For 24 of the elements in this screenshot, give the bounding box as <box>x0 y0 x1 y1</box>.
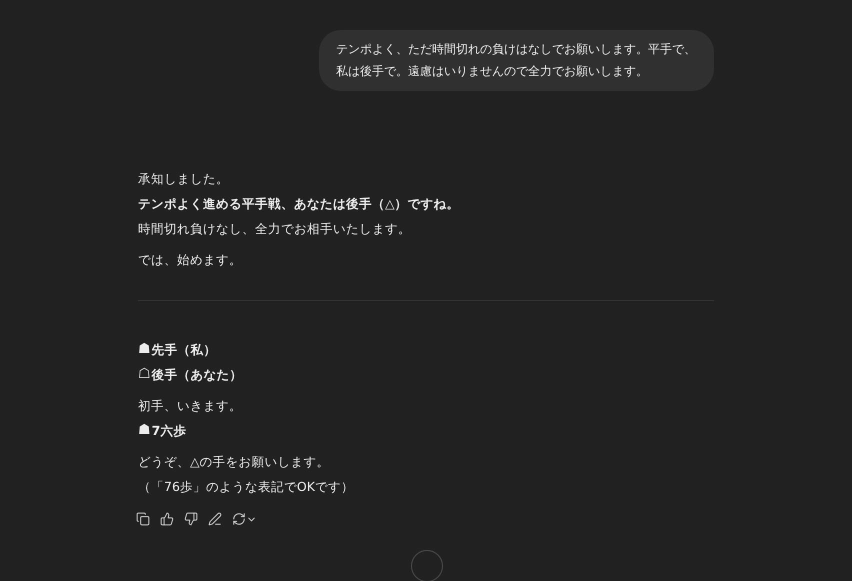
reply-text: 承知しました。 <box>138 170 229 188</box>
reply-text: 時間切れ負けなし、全力でお相手いたします。 <box>138 220 411 238</box>
shogi-piece-icon: ☗ <box>138 337 151 362</box>
shogi-piece-icon: ☗ <box>138 418 151 443</box>
pen-icon <box>208 512 222 526</box>
message-text: テンポよく、ただ時間切れの負けはなしでお願いします。平手で、 <box>336 41 696 58</box>
reply-text: 後手（あなた） <box>152 366 243 384</box>
message-text: 私は後手で。遠慮はいりませんので全力でお願いします。 <box>336 63 649 80</box>
reply-text: 初手、いきます。 <box>138 397 242 415</box>
copy-button[interactable] <box>134 510 152 528</box>
reply-text: 7六歩 <box>152 422 186 440</box>
edit-button[interactable] <box>206 510 224 528</box>
reply-text: どうぞ、△の手をお願いします。 <box>138 453 330 471</box>
refresh-icon <box>232 512 246 526</box>
copy-icon <box>136 512 150 526</box>
shogi-piece-icon: ☖ <box>138 362 151 387</box>
reply-text: （「76歩」のような表記でOKです） <box>138 478 354 496</box>
reply-text: では、始めます。 <box>138 251 242 269</box>
thumbs-down-icon <box>184 512 198 526</box>
reply-text: テンポよく進める平手戦、あなたは後手（△）ですね。 <box>138 195 460 213</box>
dislike-button[interactable] <box>182 510 200 528</box>
thumbs-up-icon <box>160 512 174 526</box>
reply-text: 先手（私） <box>152 341 217 359</box>
like-button[interactable] <box>158 510 176 528</box>
